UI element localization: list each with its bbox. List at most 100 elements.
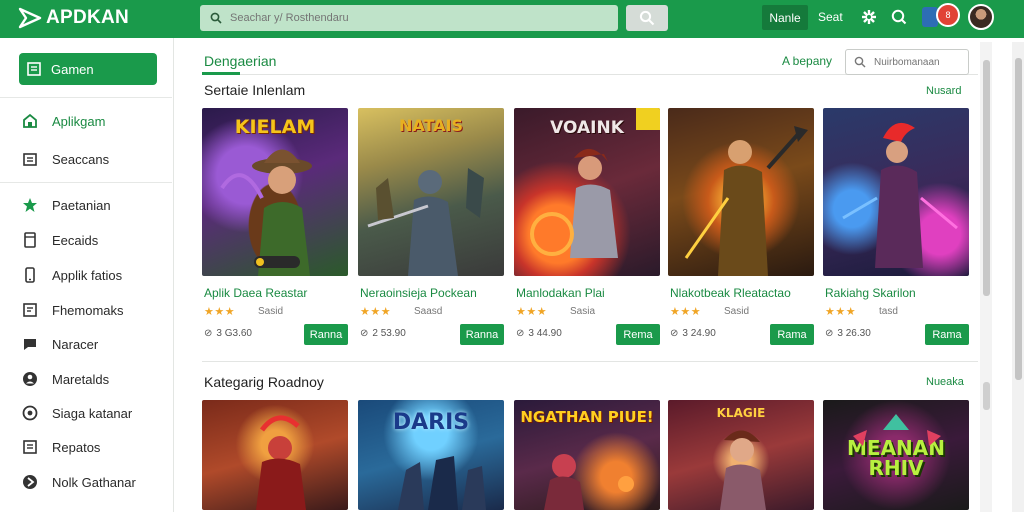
section-see-all-link[interactable]: Nusard — [926, 85, 961, 97]
search-icon — [639, 10, 655, 26]
rating-stars: ★★★ — [516, 306, 548, 318]
install-button[interactable]: Rema — [616, 324, 660, 345]
game-art-icon — [842, 122, 958, 268]
sidebar-item-label: Repatos — [52, 439, 101, 455]
sidebar-item-label: Applik fatios — [52, 267, 123, 283]
filter-box[interactable] — [845, 49, 969, 75]
install-button[interactable]: Ranna — [460, 324, 504, 345]
app-logo[interactable]: APDKAN — [18, 5, 129, 31]
app-thumbnail[interactable]: DARIS — [358, 400, 504, 510]
sidebar-item-label: Siaga katanar — [52, 405, 133, 421]
rating-label: tasd — [879, 306, 898, 317]
game-art-icon — [256, 415, 306, 510]
person-icon — [22, 371, 38, 387]
section-title: Kategarig Roadnoy — [204, 374, 324, 390]
sidebar-item-eecaids[interactable]: Eecaids — [22, 229, 98, 251]
download-count: ⊘ 3 44.90 — [516, 328, 562, 339]
sidebar-item-label: Nolk Gathanar — [52, 474, 136, 490]
circle-icon — [22, 474, 38, 490]
sidebar-primary-button[interactable]: Gamen — [19, 53, 157, 85]
app-title[interactable]: Manlodakan Plai — [516, 286, 605, 300]
app-thumbnail[interactable] — [202, 400, 348, 510]
download-count-value: 3 26.30 — [837, 328, 871, 339]
download-count-value: 3 G3.60 — [216, 328, 252, 339]
search-input[interactable] — [230, 12, 610, 24]
sidebar-item-seaccans[interactable]: Seaccans — [22, 148, 109, 170]
app-title[interactable]: Nlakotbeak Rleatactao — [670, 286, 791, 300]
header-link[interactable]: Seat — [818, 10, 843, 24]
rating-stars: ★★★ — [825, 306, 857, 318]
section-divider — [202, 361, 978, 362]
phone-icon — [22, 267, 38, 283]
rating-stars: ★★★ — [360, 306, 392, 318]
book-icon — [22, 232, 38, 248]
store-icon — [22, 113, 38, 129]
sidebar-item-label: Eecaids — [52, 232, 99, 248]
app-title[interactable]: Aplik Daea Reastar — [204, 286, 307, 300]
app-title[interactable]: Neraoinsieja Pockean — [360, 286, 477, 300]
settings-icon — [22, 405, 38, 421]
account-pill[interactable]: Nanle — [762, 5, 808, 30]
sidebar-item-applik-fatios[interactable]: Applik fatios — [22, 264, 122, 286]
avatar[interactable] — [968, 4, 994, 30]
app-thumbnail[interactable]: NATAIS — [358, 108, 504, 276]
sidebar-item-siaga-katanar[interactable]: Siaga katanar — [22, 402, 132, 424]
install-button[interactable]: Rama — [925, 324, 969, 345]
game-art-icon — [853, 414, 941, 446]
app-thumbnail[interactable]: NGATHAN PIUE! — [514, 400, 660, 510]
app-title[interactable]: Rakiahg Skarilon — [825, 286, 916, 300]
sidebar-item-label: Aplikgam — [52, 113, 106, 129]
sidebar-item-label: Paetanian — [52, 197, 111, 213]
download-count-value: 3 24.90 — [682, 328, 716, 339]
download-icon: ⊘ — [360, 328, 369, 339]
sidebar-item-maretalds[interactable]: Maretalds — [22, 368, 109, 390]
download-count: ⊘ 2 53.90 — [360, 328, 406, 339]
rating-label: Sasid — [724, 306, 750, 317]
help-icon[interactable] — [890, 8, 908, 26]
top-bar: APDKAN Nanle Seat 8 — [0, 0, 1024, 38]
content-scrollbar-thumb[interactable] — [983, 60, 990, 296]
page-scrollbar-thumb[interactable] — [1015, 58, 1022, 380]
download-count: ⊘ 3 24.90 — [670, 328, 716, 339]
section-title: Sertaie Inlenlam — [204, 82, 306, 98]
sidebar-item-paetanian[interactable]: Paetanian — [22, 194, 111, 216]
download-count-value: 2 53.90 — [372, 328, 406, 339]
app-thumbnail[interactable] — [823, 108, 969, 276]
chat-icon — [22, 336, 38, 352]
search-button[interactable] — [626, 5, 668, 31]
notification-badge[interactable]: 8 — [936, 3, 960, 27]
content-scrollbar-thumb-lower[interactable] — [983, 382, 990, 410]
sidebar: Gamen Aplikgam Seaccans Paetanian Eecaid… — [0, 38, 174, 512]
app-thumbnail[interactable]: VOAINK — [514, 108, 660, 276]
rating-stars: ★★★ — [670, 306, 702, 318]
star-icon — [22, 197, 38, 213]
install-button[interactable]: Ranna — [304, 324, 348, 345]
rating-label: Saasd — [414, 306, 443, 317]
tab-active[interactable]: Dengaerian — [204, 53, 276, 69]
section-see-all-link[interactable]: Nueaka — [926, 376, 964, 388]
sidebar-item-repatos[interactable]: Repatos — [22, 436, 100, 458]
settings-icon[interactable] — [860, 8, 878, 26]
search-bar[interactable] — [200, 5, 618, 31]
sidebar-item-aplikgam[interactable]: Aplikgam — [22, 110, 105, 132]
install-button[interactable]: Rama — [770, 324, 814, 345]
sort-link[interactable]: A bepany — [782, 54, 832, 68]
sidebar-item-label: Naracer — [52, 336, 99, 352]
sidebar-item-label: Seaccans — [52, 151, 110, 167]
app-thumbnail[interactable] — [668, 108, 814, 276]
download-count: ⊘ 3 G3.60 — [204, 328, 252, 339]
game-art-icon — [720, 430, 766, 510]
app-thumbnail[interactable]: KIELAM — [202, 108, 348, 276]
filter-input[interactable] — [874, 56, 966, 68]
sidebar-item-fhemomaks[interactable]: Fhemomaks — [22, 299, 124, 321]
app-thumbnail[interactable]: KLAGIE — [668, 400, 814, 510]
download-count: ⊘ 3 26.30 — [825, 328, 871, 339]
sidebar-item-naracer[interactable]: Naracer — [22, 333, 98, 355]
app-thumbnail[interactable]: MEANAN RHIV — [823, 400, 969, 510]
game-art-icon — [684, 126, 808, 276]
sidebar-item-nolk-gathanar[interactable]: Nolk Gathanar — [22, 471, 136, 493]
search-icon — [210, 12, 222, 24]
game-art-icon — [367, 168, 484, 276]
game-art-icon — [220, 149, 312, 276]
download-icon: ⊘ — [204, 328, 213, 339]
